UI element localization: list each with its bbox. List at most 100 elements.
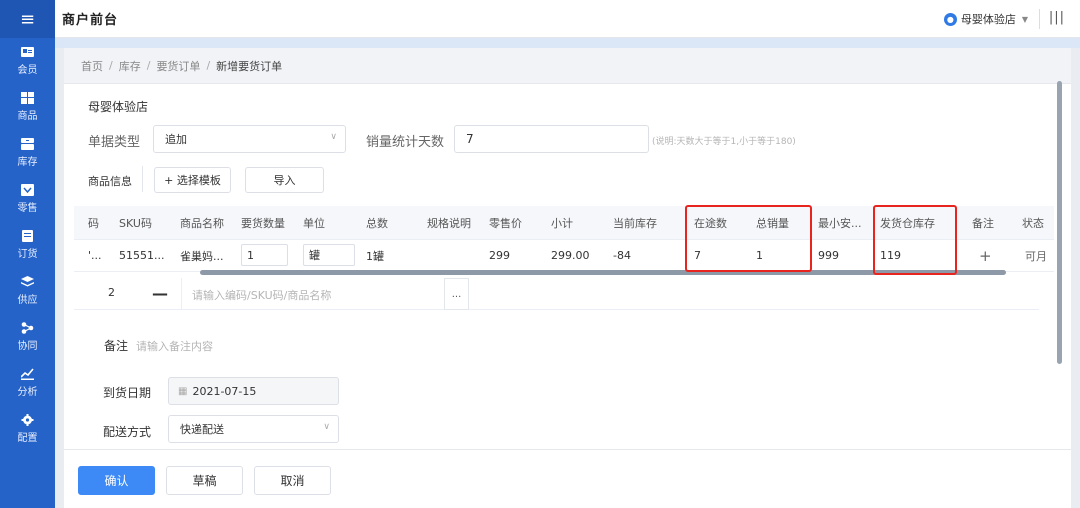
confirm-button[interactable]: 确认 [78,466,155,495]
inventory-stack-icon [21,138,35,150]
remark-input[interactable]: 请输入备注内容 [136,338,213,354]
breadcrumb-separator: / [146,59,151,72]
store-switcher-label: 母婴体验店 [960,13,1016,26]
sidebar-item-label: 商品 [17,111,38,122]
sidebar-item-settings[interactable]: 配置 [0,406,55,452]
col-header-code: 码 [88,216,99,230]
product-search-input[interactable]: 请输入编码/SKU码/商品名称 [192,287,331,303]
col-header-price: 零售价 [489,216,522,230]
choose-template-button[interactable]: + 选择模板 [154,167,231,193]
remove-row-icon[interactable]: — [152,284,168,303]
col-header-spec: 规格说明 [427,216,471,230]
unit-value: 罐 [309,249,320,262]
main-panel: 首页 / 库存 / 要货订单 / 新增要货订单 母婴体验店 单据类型 追加 ∨ … [64,48,1071,508]
sidebar-item-label: 协同 [17,341,38,352]
sidebar-item-order[interactable]: 订货 [0,222,55,268]
sidebar-item-label: 库存 [17,157,38,168]
import-button[interactable]: 导入 [245,167,324,193]
app-title: 商户前台 [62,13,119,28]
supply-layers-icon [21,276,35,288]
goods-grid-icon [21,92,35,104]
sidebar-item-retail[interactable]: 零售 [0,176,55,222]
sidebar-item-label: 供应 [17,295,38,306]
draft-button[interactable]: 草稿 [166,466,243,495]
sidebar-item-collab[interactable]: 协同 [0,314,55,360]
doc-type-value: 追加 [165,133,187,146]
delivery-method-select[interactable]: 快递配送 ∨ [168,415,339,443]
arrival-date-input[interactable]: ▦ 2021-07-15 [168,377,339,405]
store-switcher[interactable]: ● 母婴体验店 ▼ [943,11,1028,27]
col-header-sku: SKU码 [119,216,152,230]
breadcrumb-item-inventory[interactable]: 库存 [119,58,141,74]
header-divider [1039,9,1040,29]
sidebar-item-label: 分析 [17,387,38,398]
sidebar-item-analysis[interactable]: 分析 [0,360,55,406]
more-options-button[interactable]: ... [444,278,469,310]
top-header: 商户前台 ● 母婴体验店 ▼ ||| [55,0,1080,38]
doc-type-select[interactable]: 追加 ∨ [153,125,346,153]
breadcrumb-item-home[interactable]: 首页 [81,58,103,74]
breadcrumb-separator: / [109,59,113,72]
add-remark-icon[interactable]: + [979,240,992,271]
col-header-min-safe: 最小安... [818,216,862,230]
sales-days-label: 销量统计天数 [366,135,445,150]
sales-days-value: 7 [466,132,474,146]
chevron-down-icon: ∨ [323,422,330,432]
arrival-date-label: 到货日期 [103,386,152,400]
arrival-date-value: 2021-07-15 [192,384,257,398]
col-header-status: 状态 [1022,216,1044,230]
store-name: 母婴体验店 [88,100,149,114]
delivery-method-label: 配送方式 [103,425,152,439]
hamburger-menu-icon[interactable]: ≡ [0,0,55,38]
sidebar-item-goods[interactable]: 商品 [0,84,55,130]
sidebar-item-supply[interactable]: 供应 [0,268,55,314]
breadcrumb-item-orders[interactable]: 要货订单 [156,58,200,74]
cancel-button[interactable]: 取消 [254,466,331,495]
sidebar-item-label: 配置 [17,433,38,444]
retail-cart-icon [21,184,35,196]
caret-down-icon: ▼ [1021,14,1028,24]
qty-value: 1 [247,248,254,262]
row-index: 2 [108,286,115,299]
cell-name: 雀巢妈... [180,249,224,263]
col-header-remark: 备注 [972,216,994,230]
cell-sku: 51551... [119,249,165,262]
goods-info-label: 商品信息 [88,175,132,188]
new-item-row: 2 — 请输入编码/SKU码/商品名称 ... [74,278,1039,310]
member-card-icon [21,46,35,58]
col-header-total: 总数 [366,216,388,230]
content-gutter [55,38,1080,48]
order-doc-icon [21,230,35,242]
col-header-qty: 要货数量 [241,216,285,230]
cell-min-safe: 999 [818,249,839,262]
collab-share-icon [21,322,35,334]
divider [181,278,182,310]
column-menu-icon[interactable]: ||| [1049,10,1065,25]
doc-type-label: 单据类型 [88,135,141,150]
analysis-chart-icon [21,368,35,380]
chevron-down-icon: ∨ [330,132,337,142]
vertical-scrollbar[interactable] [1057,81,1062,364]
col-header-subtotal: 小计 [551,216,573,230]
cell-total: 1罐 [366,249,384,263]
highlight-box-transit-sales [685,205,812,272]
remark-label: 备注 [104,339,129,353]
calendar-icon: ▦ [178,385,188,397]
cell-status: 可月 [1025,249,1047,263]
cell-code: '... [88,249,102,262]
store-logo-icon: ● [943,12,957,26]
sidebar-item-inventory[interactable]: 库存 [0,130,55,176]
col-header-stock: 当前库存 [613,216,657,230]
sales-days-input[interactable]: 7 [454,125,649,153]
unit-select[interactable]: 罐 [303,244,355,266]
col-header-name: 商品名称 [180,216,224,230]
highlight-box-warehouse-stock [873,205,957,275]
breadcrumb-separator: / [206,59,211,72]
divider [142,166,143,192]
form-footer: 确认 草稿 取消 [64,449,1071,508]
sidebar-item-member[interactable]: 会员 [0,38,55,84]
qty-input[interactable]: 1 [241,244,288,266]
breadcrumb-item-current: 新增要货订单 [216,59,283,73]
cell-subtotal: 299.00 [551,249,590,262]
sales-days-hint: (说明:天数大于等于1,小于等于180) [652,137,796,147]
